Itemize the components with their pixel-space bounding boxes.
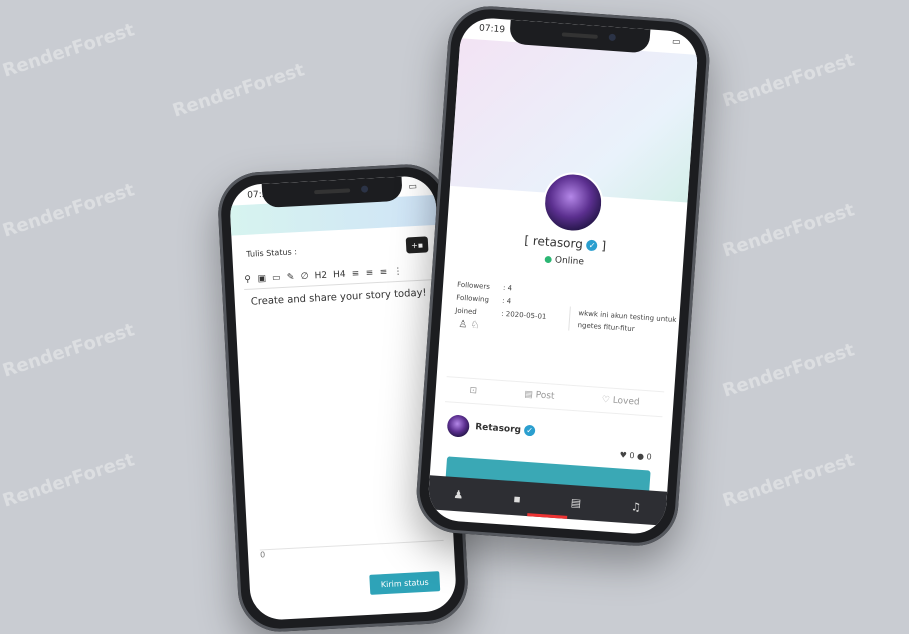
watermark-text: RenderForest [0, 19, 138, 82]
editor-placeholder: Create and share your story today! [250, 287, 427, 308]
feed-icon[interactable]: ▤ [570, 496, 581, 510]
image-icon[interactable]: ▣ [257, 274, 266, 284]
post-avatar[interactable] [446, 414, 471, 438]
stat-value: 4 [506, 297, 512, 306]
location-pin-icon: ● [543, 254, 553, 266]
stat-value: 4 [507, 284, 513, 293]
stat-value: 2020-05-01 [505, 310, 547, 321]
character-counter: 0 [259, 550, 266, 560]
like-count: 0 [629, 451, 635, 461]
heart-icon[interactable]: ♥ [619, 450, 627, 459]
align-right-icon[interactable]: ≡ [379, 268, 388, 278]
comment-icon[interactable]: ▭ [272, 273, 281, 283]
post-counts: ♥ 0 ● 0 [619, 450, 652, 461]
trophy-icon: ♙ [457, 318, 468, 331]
phone-profile: 07:19 ▭ [ retasorg ✓ ] ● Online Follower… [413, 3, 713, 549]
comment-icon[interactable]: ● [637, 452, 645, 461]
editor-toolbar: ⚲ ▣ ▭ ✎ ∅ H2 H4 ≡ ≡ ≡ ⋮ [243, 261, 434, 291]
align-left-icon[interactable]: ≡ [351, 269, 360, 279]
username-bracket: ] [600, 238, 607, 253]
more-icon[interactable]: ⋮ [393, 267, 403, 277]
watermark-text: RenderForest [0, 319, 138, 382]
editor-footer: 0 [259, 539, 445, 563]
post-icon: ▤ [523, 389, 537, 401]
pencil-icon[interactable]: ✎ [286, 272, 295, 282]
username-text: [ retasorg [523, 233, 584, 252]
profile-stats: Followers : 4 Following : 4 Joined : 202… [455, 279, 561, 325]
profile-tabs: ⊡ ▤ Post ♡ Loved [444, 376, 665, 418]
watermark-text: RenderForest [720, 449, 858, 512]
profile-badges: ♙ ♘ [458, 319, 480, 331]
medal-icon: ♘ [470, 319, 480, 332]
watermark-text: RenderForest [0, 449, 138, 512]
watermark-text: RenderForest [0, 179, 138, 242]
align-center-icon[interactable]: ≡ [365, 268, 374, 278]
watermark-text: RenderForest [720, 49, 858, 112]
watermark-text: RenderForest [720, 199, 858, 262]
tab-media[interactable]: ⊡ [469, 386, 477, 397]
tab-post[interactable]: ▤ Post [524, 390, 555, 402]
accessibility-icon[interactable]: ⚲ [243, 275, 252, 285]
battery-icon: ▭ [671, 37, 681, 48]
watermark-text: RenderForest [170, 59, 308, 122]
battery-icon: ▭ [408, 181, 418, 193]
profile-bio: wkwk ini akun testing untuk ngetes fitur… [568, 306, 691, 339]
editor-header: Tulis Status : +▪ [246, 233, 429, 264]
profile-icon[interactable]: ♟ [453, 487, 464, 501]
editor-label: Tulis Status : [246, 246, 298, 259]
attach-icon[interactable]: ∅ [300, 272, 309, 282]
home-icon[interactable]: ▪ [513, 492, 521, 505]
comment-count: 0 [646, 452, 652, 462]
verified-icon: ✓ [586, 239, 598, 252]
online-label: Online [554, 255, 585, 268]
post-author[interactable]: Retasorg ✓ [475, 421, 536, 437]
tab-loved[interactable]: ♡ Loved [601, 395, 639, 408]
heading-h2-button[interactable]: H2 [314, 271, 327, 282]
notification-bell-icon[interactable]: ♫ [631, 500, 642, 514]
watermark-text: RenderForest [720, 339, 858, 402]
send-status-button[interactable]: Kirim status [369, 571, 441, 595]
phone-screen: 07:19 ▭ [ retasorg ✓ ] ● Online Follower… [426, 16, 700, 536]
status-time: 07:19 [478, 23, 506, 36]
verified-icon: ✓ [523, 424, 536, 437]
status-editor[interactable]: Create and share your story today! [251, 287, 429, 307]
heading-h4-button[interactable]: H4 [333, 270, 346, 281]
publish-icon-button[interactable]: +▪ [405, 236, 429, 254]
